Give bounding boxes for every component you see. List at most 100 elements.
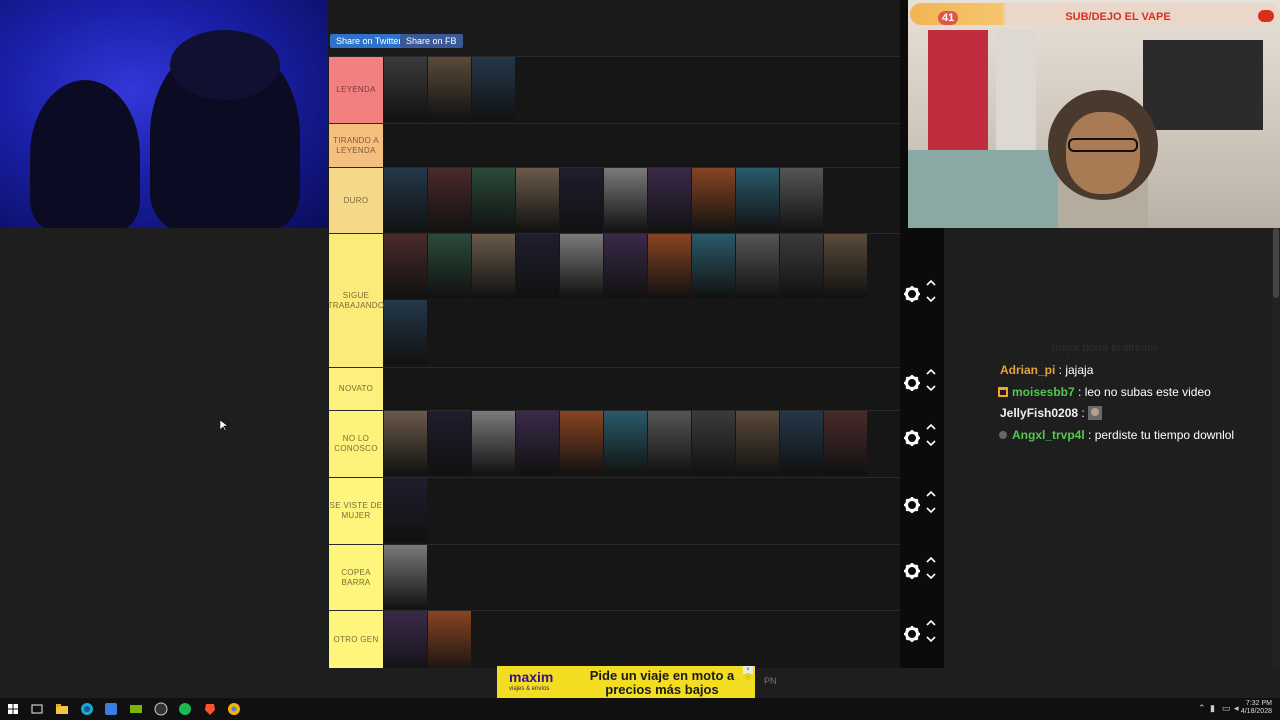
tier-item-thumbnail[interactable] — [692, 411, 735, 475]
tier-item-thumbnail[interactable] — [428, 168, 471, 232]
tray-chevron-up-icon[interactable]: ⌃ — [1198, 703, 1206, 713]
tray-network-icon[interactable]: ▭ — [1222, 703, 1231, 713]
share-facebook-button[interactable]: Share on FB — [400, 34, 463, 48]
chat-username[interactable]: Adrian_pi — [1000, 363, 1055, 377]
scroll-thumb[interactable] — [1273, 228, 1279, 298]
tray-mic-icon[interactable]: ▮ — [1210, 703, 1215, 713]
tier-item-thumbnail[interactable] — [736, 234, 779, 298]
tier-item-thumbnail[interactable] — [472, 234, 515, 298]
gear-icon[interactable] — [903, 625, 921, 643]
tier-label[interactable]: NO LO CONOSCO — [329, 411, 383, 477]
gear-icon[interactable] — [903, 285, 921, 303]
tier-item-thumbnail[interactable] — [384, 300, 427, 364]
tray-clock[interactable]: 7:32 PM 4/18/2028 — [1241, 700, 1272, 716]
chevron-up-icon[interactable] — [926, 556, 936, 564]
tier-item-thumbnail[interactable] — [648, 234, 691, 298]
tier-item-thumbnail[interactable] — [384, 234, 427, 298]
app-icon[interactable] — [104, 702, 118, 716]
tier-item-thumbnail[interactable] — [824, 234, 867, 298]
edge-browser-icon[interactable] — [80, 702, 94, 716]
chat-scrollbar[interactable] — [1272, 228, 1280, 668]
tier-item-thumbnail[interactable] — [384, 168, 427, 232]
tier-item-thumbnail[interactable] — [736, 168, 779, 232]
tier-label[interactable]: SIGUE TRABAJANDO — [328, 234, 384, 367]
tier-item-thumbnail[interactable] — [648, 411, 691, 475]
tier-item-thumbnail[interactable] — [472, 411, 515, 475]
tray-volume-icon[interactable]: ◂ — [1234, 703, 1239, 713]
tier-item-thumbnail[interactable] — [604, 411, 647, 475]
tier-items — [384, 478, 904, 544]
tier-label[interactable]: NOVATO — [329, 368, 383, 410]
chat-text: : — [1078, 406, 1089, 420]
chat-username[interactable]: JellyFish0208 — [1000, 406, 1078, 420]
tier-item-thumbnail[interactable] — [692, 168, 735, 232]
brave-browser-icon[interactable] — [203, 702, 217, 716]
chevron-down-icon[interactable] — [926, 295, 936, 303]
tier-label[interactable]: COPEA BARRA — [329, 545, 383, 610]
tier-item-thumbnail[interactable] — [824, 411, 867, 475]
tier-items — [384, 124, 904, 167]
tier-item-thumbnail[interactable] — [516, 411, 559, 475]
chat-message: JellyFish0208 : — [1000, 405, 1106, 421]
tier-item-thumbnail[interactable] — [384, 478, 427, 542]
tier-label[interactable]: LEYENDA — [329, 57, 383, 123]
tier-item-thumbnail[interactable] — [428, 611, 471, 668]
obs-icon[interactable] — [154, 702, 168, 716]
tier-item-thumbnail[interactable] — [472, 57, 515, 121]
tier-item-thumbnail[interactable] — [384, 611, 427, 668]
windows-start-icon[interactable] — [6, 702, 20, 716]
tier-label[interactable]: TIRANDO A LEYENDA — [329, 124, 383, 167]
tier-item-thumbnail[interactable] — [604, 168, 647, 232]
file-explorer-icon[interactable] — [55, 702, 69, 716]
chevron-up-icon[interactable] — [926, 619, 936, 627]
gear-icon[interactable] — [903, 562, 921, 580]
tier-label[interactable]: OTRO GEN — [329, 611, 383, 668]
tier-items — [384, 545, 904, 610]
gear-icon[interactable] — [903, 496, 921, 514]
tier-item-thumbnail[interactable] — [516, 234, 559, 298]
chat-username[interactable]: Angxl_trvp4l — [1012, 428, 1085, 442]
tier-item-thumbnail[interactable] — [560, 168, 603, 232]
chevron-down-icon[interactable] — [926, 384, 936, 392]
ad-logo: maxim — [509, 669, 554, 685]
spotify-icon[interactable] — [178, 702, 192, 716]
gear-icon[interactable] — [903, 429, 921, 447]
chevron-up-icon[interactable] — [926, 368, 936, 376]
tier-item-thumbnail[interactable] — [472, 168, 515, 232]
share-bar: Share on Twitter Share on FB — [328, 0, 908, 48]
tier-item-thumbnail[interactable] — [780, 234, 823, 298]
chevron-down-icon[interactable] — [926, 506, 936, 514]
tier-item-thumbnail[interactable] — [780, 168, 823, 232]
tier-item-thumbnail[interactable] — [428, 411, 471, 475]
share-twitter-button[interactable]: Share on Twitter — [330, 34, 408, 48]
ad-close-icon[interactable]: × ⓘ — [743, 666, 753, 681]
chevron-down-icon[interactable] — [926, 439, 936, 447]
tier-item-thumbnail[interactable] — [692, 234, 735, 298]
tier-items — [384, 611, 904, 668]
chat-username[interactable]: moisesbb7 — [1012, 385, 1075, 399]
tier-item-thumbnail[interactable] — [604, 234, 647, 298]
tier-item-thumbnail[interactable] — [384, 545, 427, 609]
tier-item-thumbnail[interactable] — [516, 168, 559, 232]
chevron-up-icon[interactable] — [926, 279, 936, 287]
tier-item-thumbnail[interactable] — [428, 234, 471, 298]
task-view-icon[interactable] — [30, 702, 44, 716]
chevron-down-icon[interactable] — [926, 635, 936, 643]
tier-item-thumbnail[interactable] — [384, 57, 427, 121]
tier-item-thumbnail[interactable] — [780, 411, 823, 475]
gear-icon[interactable] — [903, 374, 921, 392]
tier-item-thumbnail[interactable] — [428, 57, 471, 121]
tier-label[interactable]: DURO — [329, 168, 383, 233]
nvidia-icon[interactable] — [129, 702, 143, 716]
ad-banner[interactable]: maxim viajes & envíos Pide un viaje en m… — [497, 666, 755, 698]
chrome-icon[interactable] — [227, 702, 241, 716]
tier-item-thumbnail[interactable] — [560, 411, 603, 475]
tier-item-thumbnail[interactable] — [648, 168, 691, 232]
tier-item-thumbnail[interactable] — [736, 411, 779, 475]
tier-item-thumbnail[interactable] — [384, 411, 427, 475]
chevron-up-icon[interactable] — [926, 423, 936, 431]
tier-item-thumbnail[interactable] — [560, 234, 603, 298]
chevron-up-icon[interactable] — [926, 490, 936, 498]
chevron-down-icon[interactable] — [926, 572, 936, 580]
tier-label[interactable]: SE VISTE DE MUJER — [329, 478, 383, 544]
